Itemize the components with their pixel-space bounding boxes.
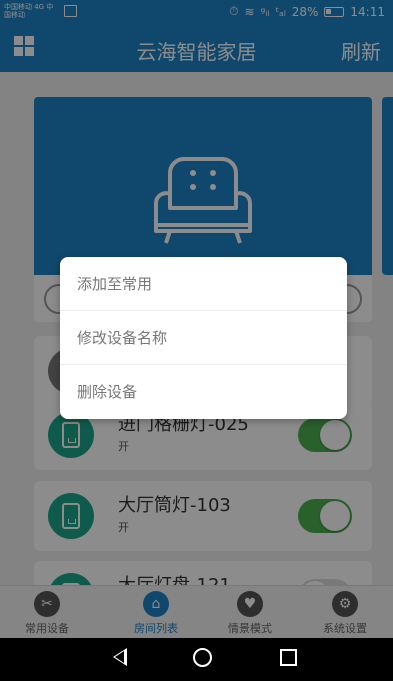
menu-delete-device[interactable]: 删除设备 — [60, 365, 347, 419]
device-context-menu: 添加至常用 修改设备名称 删除设备 — [60, 257, 347, 419]
menu-add-to-favorites[interactable]: 添加至常用 — [60, 257, 347, 311]
system-nav-bar — [0, 638, 393, 681]
menu-rename-device[interactable]: 修改设备名称 — [60, 311, 347, 365]
recent-apps-icon[interactable] — [280, 649, 297, 666]
back-icon[interactable] — [113, 648, 127, 666]
home-button-icon[interactable] — [193, 648, 212, 667]
